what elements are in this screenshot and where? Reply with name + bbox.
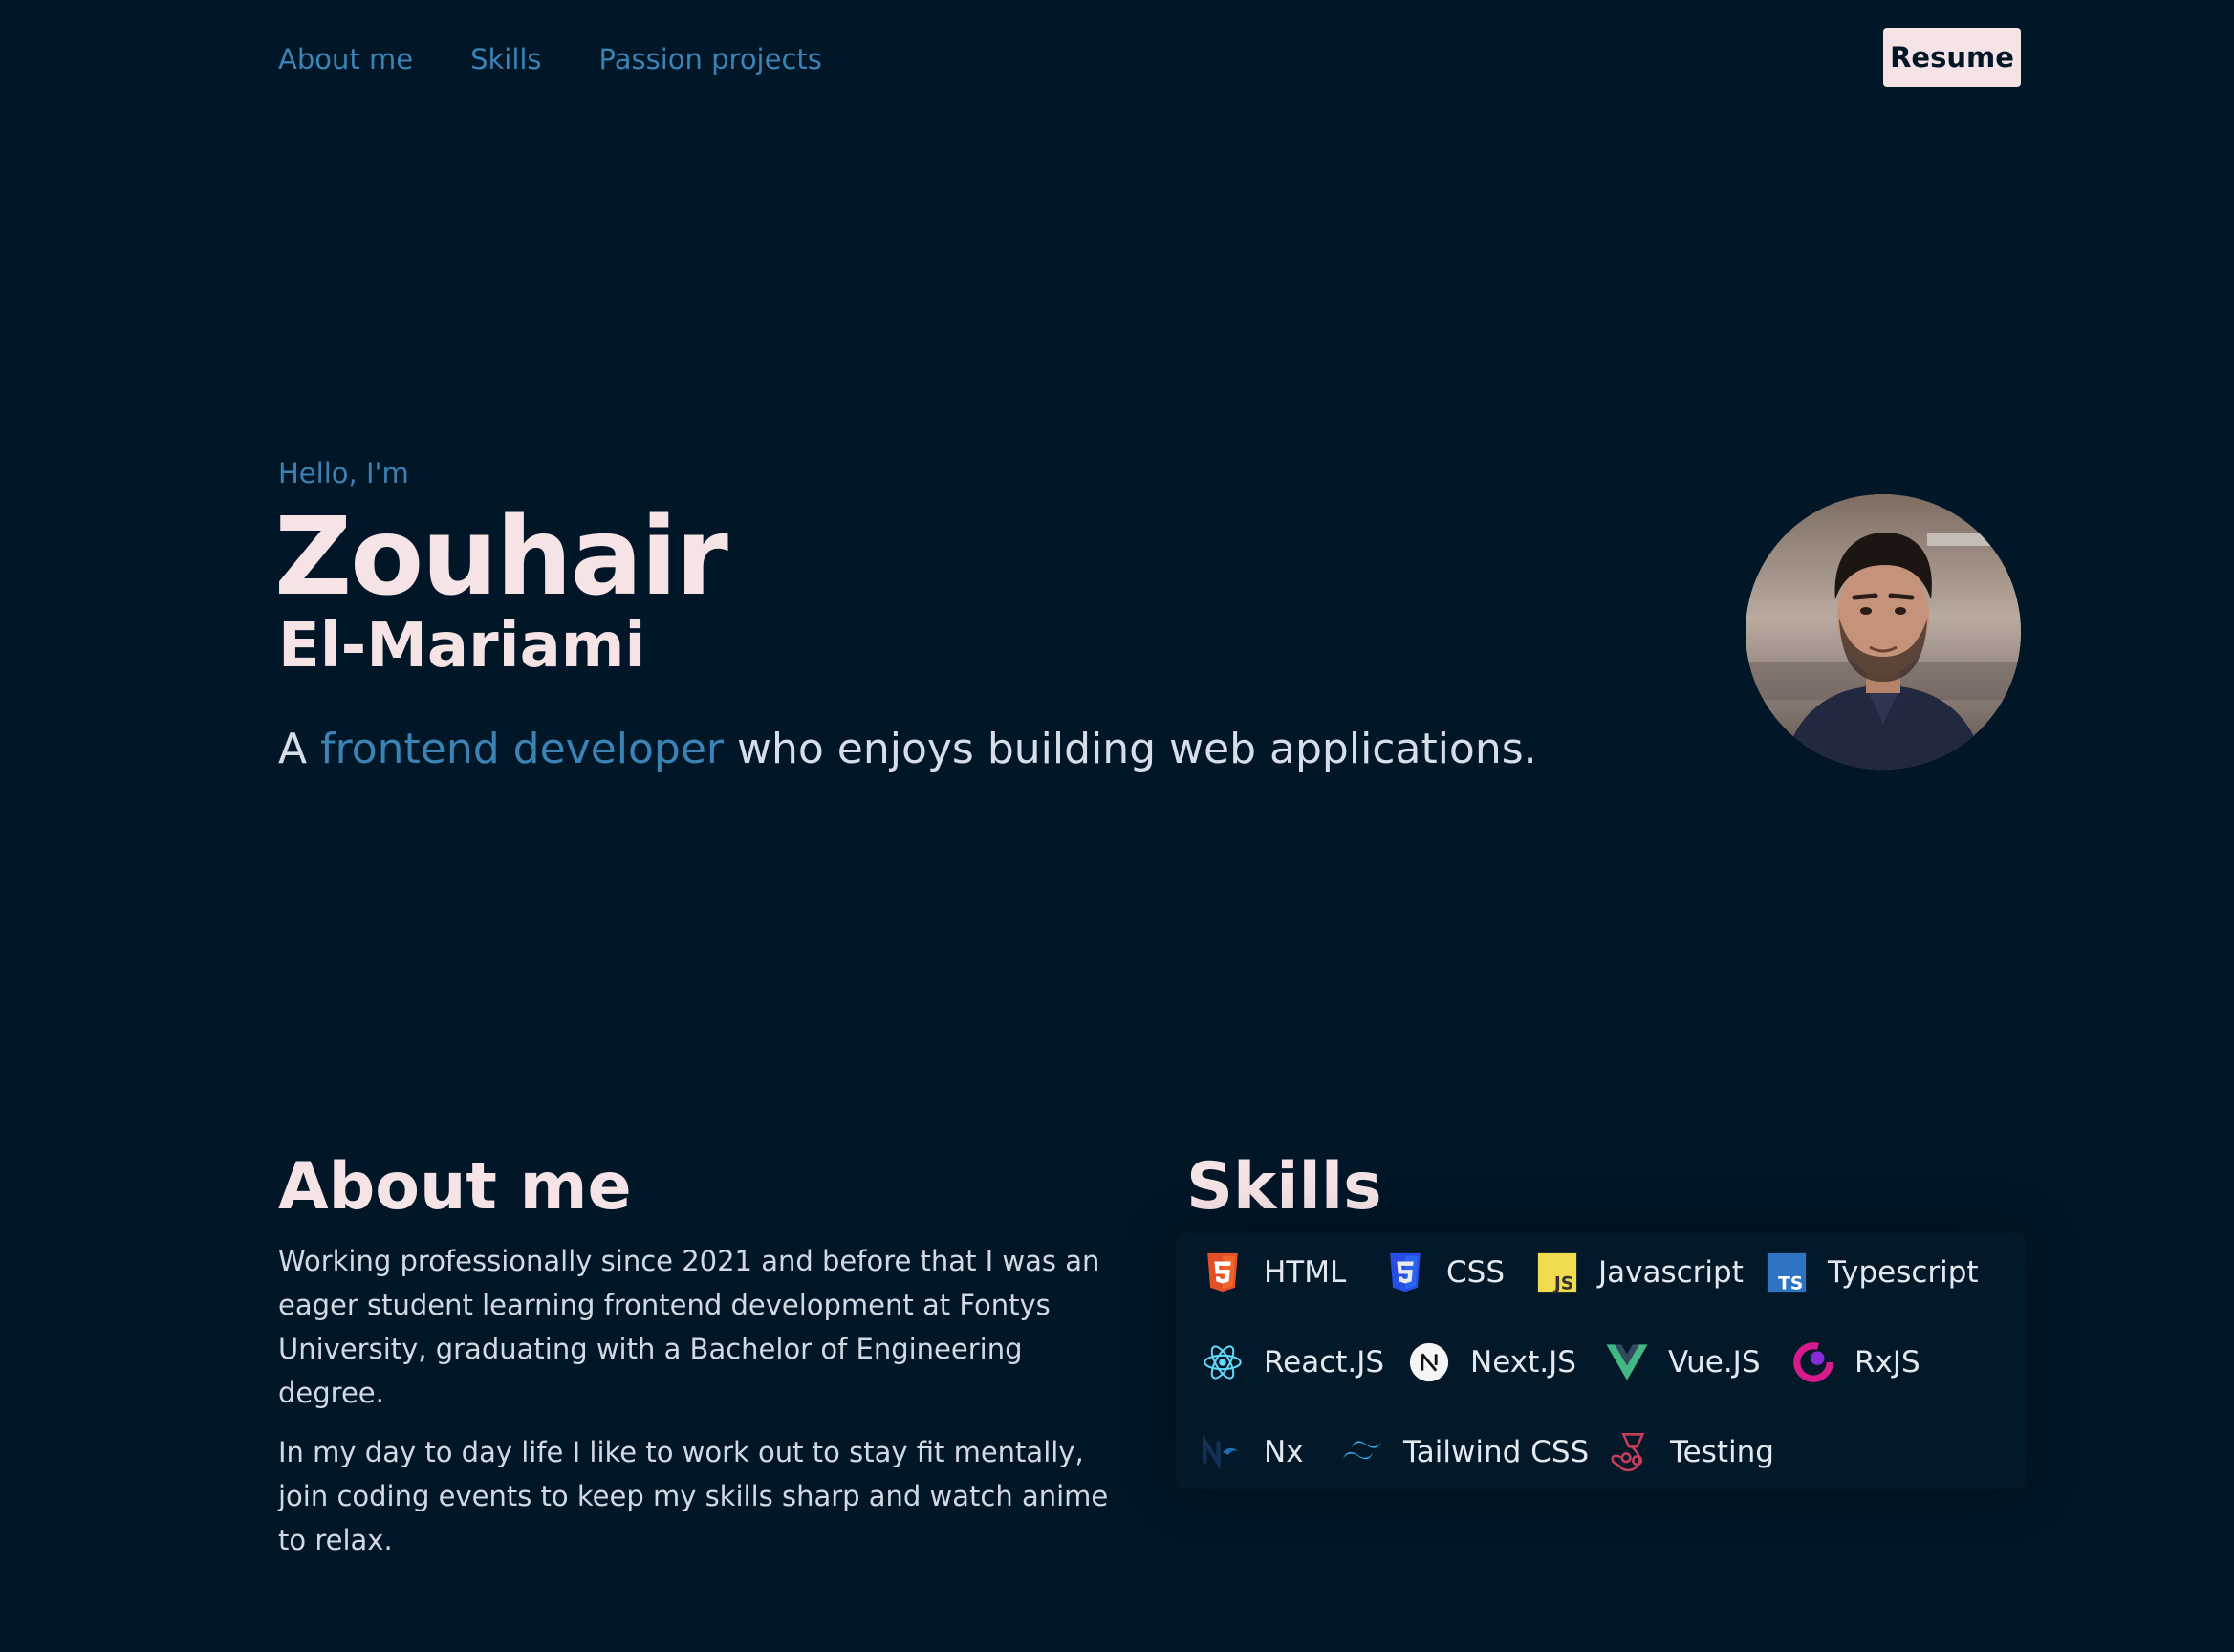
- skill-label: Typescript: [1828, 1255, 1979, 1290]
- profile-photo-icon: [1746, 494, 2021, 770]
- about-me-heading: About me: [278, 1149, 632, 1225]
- skill-label: React.JS: [1264, 1345, 1385, 1380]
- skill-label: Nx: [1264, 1435, 1304, 1469]
- about-paragraph: In my day to day life I like to work out…: [278, 1436, 1109, 1556]
- nav-passion-projects[interactable]: Passion projects: [599, 38, 822, 80]
- nx-icon: [1201, 1430, 1245, 1474]
- skill-tailwind: Tailwind CSS: [1340, 1428, 1589, 1476]
- svg-text:TS: TS: [1778, 1273, 1803, 1293]
- greeting: Hello, I'm: [278, 457, 409, 489]
- about-paragraph: Working professionally since 2021 and be…: [278, 1245, 1100, 1409]
- tailwind-icon: [1340, 1430, 1384, 1474]
- skill-label: Javascript: [1598, 1255, 1744, 1290]
- skill-rxjs: RxJS: [1791, 1338, 1920, 1386]
- skill-label: Vue.JS: [1668, 1345, 1761, 1380]
- nav-about-me[interactable]: About me: [278, 38, 413, 80]
- skill-react: React.JS: [1201, 1338, 1384, 1386]
- nextjs-icon: [1407, 1340, 1451, 1384]
- first-name-heading: Zouhair: [274, 495, 728, 620]
- skill-vue: Vue.JS: [1605, 1338, 1761, 1386]
- javascript-icon: JS: [1535, 1250, 1579, 1294]
- skill-label: Tailwind CSS: [1403, 1435, 1590, 1469]
- rxjs-icon: [1791, 1340, 1835, 1384]
- portfolio-page: About me Skills Passion projects Resume …: [0, 0, 2234, 1652]
- skill-typescript: TS Typescript: [1765, 1249, 1979, 1296]
- last-name-heading: El-Mariami: [278, 611, 646, 682]
- nav-skills[interactable]: Skills: [470, 38, 541, 80]
- jest-icon: [1607, 1430, 1651, 1474]
- about-me-text: Working professionally since 2021 and be…: [278, 1239, 1119, 1577]
- skill-testing: Testing: [1607, 1428, 1774, 1476]
- skill-label: HTML: [1264, 1255, 1347, 1290]
- top-nav: About me Skills Passion projects: [278, 38, 879, 80]
- vue-icon: [1605, 1340, 1649, 1384]
- resume-button[interactable]: Resume: [1883, 28, 2021, 87]
- skill-label: Testing: [1670, 1435, 1774, 1469]
- skill-nx: Nx: [1201, 1428, 1304, 1476]
- svg-text:JS: JS: [1552, 1273, 1573, 1293]
- tagline: A frontend developer who enjoys building…: [278, 723, 1537, 776]
- skill-javascript: JS Javascript: [1535, 1249, 1744, 1296]
- skill-label: RxJS: [1854, 1345, 1920, 1380]
- react-icon: [1201, 1340, 1245, 1384]
- typescript-icon: TS: [1765, 1250, 1809, 1294]
- skills-heading: Skills: [1186, 1149, 1382, 1225]
- html5-icon: [1201, 1250, 1245, 1294]
- skill-css: CSS: [1383, 1249, 1505, 1296]
- skill-label: Next.JS: [1470, 1345, 1576, 1380]
- skill-label: CSS: [1446, 1255, 1506, 1290]
- skill-nextjs: Next.JS: [1407, 1338, 1576, 1386]
- tagline-suffix: who enjoys building web applications.: [737, 725, 1537, 773]
- tagline-prefix: A: [278, 725, 308, 773]
- skill-html: HTML: [1201, 1249, 1346, 1296]
- css3-icon: [1383, 1250, 1427, 1294]
- profile-avatar: [1746, 494, 2021, 770]
- tagline-accent: frontend developer: [320, 725, 724, 773]
